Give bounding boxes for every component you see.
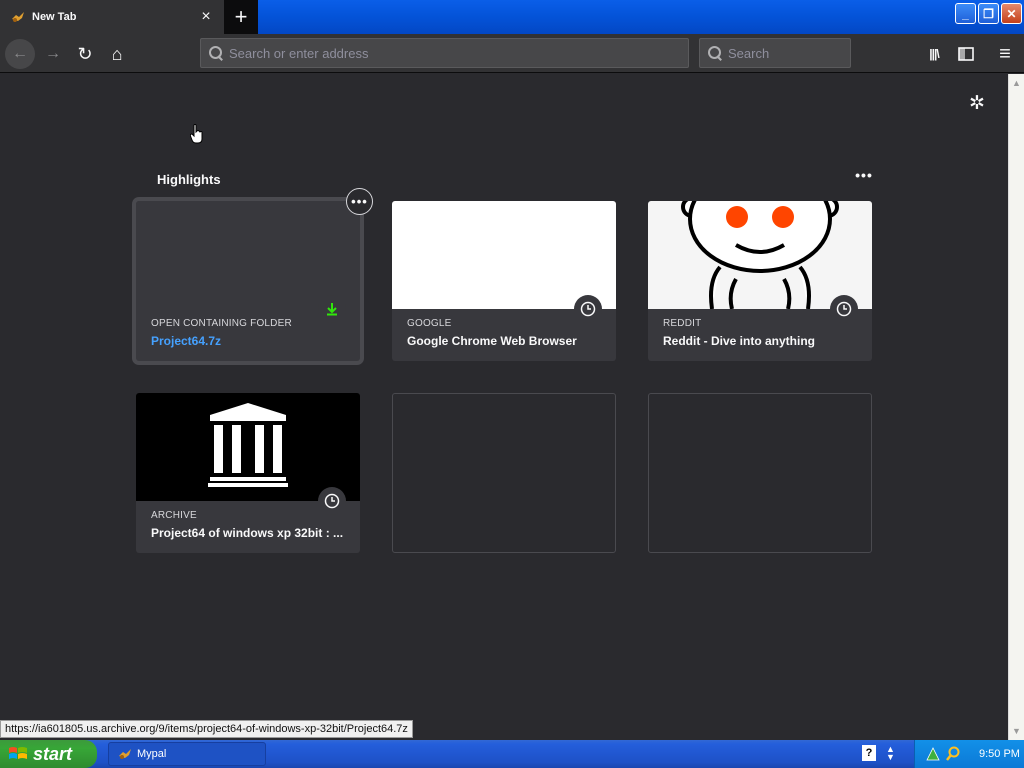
search-box-placeholder: Search <box>728 45 770 61</box>
empty-highlight-slot <box>648 393 872 553</box>
clock[interactable]: 9:50 PM <box>979 748 1020 760</box>
sidebar-icon <box>958 47 974 61</box>
download-icon <box>318 295 346 323</box>
help-icon[interactable]: ? <box>862 745 876 761</box>
tab-new-tab[interactable]: New Tab × <box>0 0 224 34</box>
system-tray: 9:50 PM <box>914 740 1024 768</box>
highlights-section-menu[interactable]: ••• <box>852 168 876 184</box>
tab-strip: New Tab × + _ ❐ ✕ <box>0 0 1024 34</box>
back-button[interactable]: ← <box>5 39 35 69</box>
card-title[interactable]: Project64.7z <box>151 334 345 348</box>
tab-close-icon[interactable]: × <box>198 8 214 26</box>
address-bar-placeholder: Search or enter address <box>229 45 369 61</box>
library-button[interactable]: |||\ <box>920 40 948 68</box>
windows-taskbar: start Mypal ? ▲ ▼ 9:50 PM <box>0 740 1024 768</box>
card-title: Project64 of windows xp 32bit : ... <box>151 526 344 540</box>
scroll-up-arrow-icon[interactable]: ▲ <box>1012 78 1021 88</box>
search-tray-icon[interactable] <box>945 746 961 762</box>
reload-button[interactable]: ↻ <box>71 40 99 68</box>
address-bar[interactable]: Search or enter address <box>200 38 689 68</box>
search-icon <box>708 46 722 60</box>
taskbar-item-label: Mypal <box>137 748 167 760</box>
archive-logo-icon <box>208 403 288 487</box>
sidebar-button[interactable] <box>952 40 980 68</box>
clock-icon <box>830 295 858 323</box>
new-tab-page: ✲ Highlights ••• OPEN CONTAINING FOLDER … <box>0 74 1008 740</box>
home-button[interactable]: ⌂ <box>103 40 131 68</box>
empty-highlight-slot <box>392 393 616 553</box>
reddit-snoo-icon <box>681 201 839 309</box>
titlebar-drag-area[interactable] <box>258 0 1024 34</box>
highlight-card-download[interactable]: OPEN CONTAINING FOLDER Project64.7z <box>136 201 360 361</box>
card-title: Reddit - Dive into anything <box>663 334 815 348</box>
card-thumbnail <box>136 201 360 309</box>
navigation-toolbar: ← → ↻ ⌂ Search or enter address Search |… <box>0 34 1024 73</box>
mypal-app-icon <box>119 749 131 759</box>
mypal-favicon-icon <box>12 12 24 22</box>
archive-thumbnail <box>136 393 360 501</box>
start-button[interactable]: start <box>0 740 97 768</box>
menu-button[interactable]: ≡ <box>991 40 1019 68</box>
highlight-card-archive[interactable]: ARCHIVE Project64 of windows xp 32bit : … <box>136 393 360 553</box>
tab-title: New Tab <box>32 11 77 23</box>
card-context-menu-button[interactable]: ••• <box>346 188 373 215</box>
minimize-button[interactable]: _ <box>955 3 976 24</box>
highlight-card-reddit[interactable]: REDDIT Reddit - Dive into anything <box>648 201 872 361</box>
close-window-button[interactable]: ✕ <box>1001 3 1022 24</box>
card-title: Google Chrome Web Browser <box>407 334 577 348</box>
card-source: ARCHIVE <box>151 510 197 521</box>
vertical-scrollbar[interactable]: ▲ ▼ <box>1008 74 1024 740</box>
taskbar-item-mypal[interactable]: Mypal <box>108 742 266 766</box>
scroll-down-arrow-icon[interactable]: ▼ <box>1012 726 1021 736</box>
highlight-card-google[interactable]: GOOGLE Google Chrome Web Browser <box>392 201 616 361</box>
hand-cursor-icon <box>190 124 203 144</box>
new-tab-button[interactable]: + <box>226 0 256 34</box>
tray-expand-arrow-icon[interactable]: ▲ ▼ <box>886 745 898 763</box>
clock-icon <box>574 295 602 323</box>
restore-button[interactable]: ❐ <box>978 3 999 24</box>
settings-gear-icon[interactable]: ✲ <box>966 92 988 114</box>
window-controls: _ ❐ ✕ <box>955 3 1022 24</box>
forward-button[interactable]: → <box>39 40 67 68</box>
clock-icon <box>318 487 346 515</box>
network-tray-icon[interactable] <box>925 746 941 762</box>
highlights-title: Highlights <box>157 172 221 187</box>
link-status-url: https://ia601805.us.archive.org/9/items/… <box>0 720 413 738</box>
start-label: start <box>33 743 73 764</box>
search-box[interactable]: Search <box>699 38 851 68</box>
search-icon <box>209 46 223 60</box>
card-source: GOOGLE <box>407 318 452 329</box>
reddit-thumbnail <box>648 201 872 309</box>
windows-flag-icon <box>9 747 27 759</box>
card-source: REDDIT <box>663 318 702 329</box>
card-source: OPEN CONTAINING FOLDER <box>151 318 292 329</box>
card-thumbnail <box>392 201 616 309</box>
